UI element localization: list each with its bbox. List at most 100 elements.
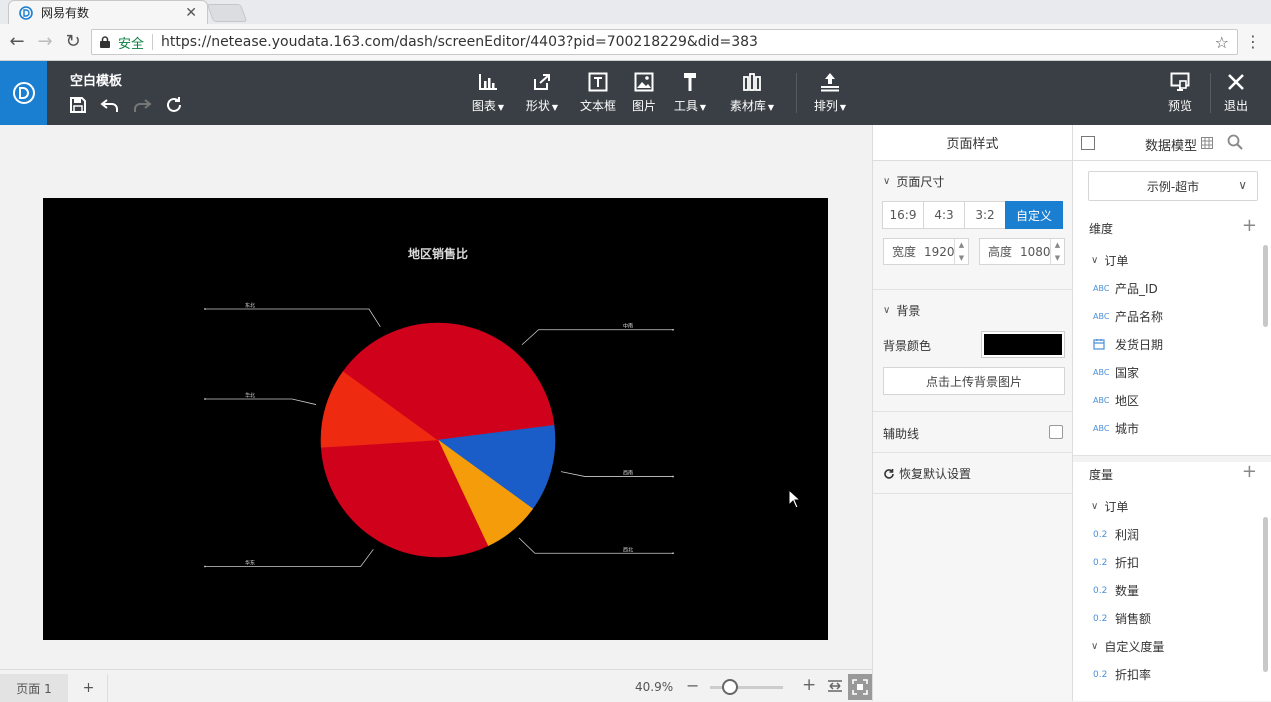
width-stepper-icon[interactable]: ▲ ▼ <box>954 239 968 264</box>
close-icon <box>1220 71 1252 93</box>
add-dimension-icon[interactable]: + <box>1242 215 1257 236</box>
lock-icon <box>98 35 112 49</box>
dimension-field[interactable]: ABC 城市 <box>1093 420 1139 437</box>
measure-field[interactable]: 0.2 数量 <box>1093 582 1139 599</box>
custom-measure-group[interactable]: ∨ 自定义度量 <box>1091 638 1164 655</box>
table-grid-icon[interactable] <box>1201 137 1213 149</box>
youdata-favicon-icon <box>19 5 33 20</box>
data-model-select[interactable]: 示例-超市 ∨ <box>1088 171 1258 201</box>
height-stepper-icon[interactable]: ▲ ▼ <box>1050 239 1064 264</box>
measure-scrollbar[interactable] <box>1263 517 1268 672</box>
browser-menu-icon[interactable]: ⋮ <box>1245 32 1261 51</box>
chevron-down-icon: ▼ <box>839 103 847 112</box>
ratio-3-2-button[interactable]: 3:2 <box>964 201 1006 229</box>
chevron-down-icon: ▼ <box>497 103 505 112</box>
page-size-section[interactable]: ∨ 页面尺寸 <box>873 161 1072 201</box>
leader-line-2 <box>518 537 673 554</box>
zoom-slider-track[interactable] <box>710 686 783 689</box>
bookmark-star-icon[interactable]: ☆ <box>1215 33 1229 52</box>
arrange-icon <box>810 71 850 93</box>
height-field[interactable]: 高度 1080 ▲ ▼ <box>979 238 1065 265</box>
measure-group-order[interactable]: ∨ 订单 <box>1091 498 1128 515</box>
refresh-icon[interactable] <box>164 95 184 115</box>
dimension-field[interactable]: 发货日期 <box>1093 336 1163 353</box>
abc-type-icon: ABC <box>1093 396 1110 405</box>
chart-tool-button[interactable]: 图表 ▼ <box>468 71 508 114</box>
exit-button[interactable]: 退出 <box>1220 71 1252 114</box>
pie-label-0: 中南 <box>623 323 633 330</box>
forward-icon[interactable]: → <box>34 32 56 52</box>
preview-button[interactable]: 预览 <box>1163 71 1197 114</box>
zoom-slider-handle[interactable] <box>722 679 738 695</box>
mouse-cursor-icon <box>788 489 802 509</box>
measure-field[interactable]: 0.2 销售额 <box>1093 610 1151 627</box>
shape-tool-button[interactable]: 形状 ▼ <box>522 71 562 114</box>
pie-slice-0[interactable] <box>437 322 555 441</box>
save-icon[interactable] <box>68 95 88 115</box>
background-section[interactable]: ∨ 背景 <box>873 290 1073 330</box>
secure-label: 安全 <box>118 36 145 52</box>
divider <box>873 493 1073 494</box>
data-model-header: 数据模型 <box>1073 125 1271 161</box>
dimension-field[interactable]: ABC 国家 <box>1093 364 1139 381</box>
upload-background-button[interactable]: 点击上传背景图片 <box>883 367 1065 395</box>
undo-icon[interactable] <box>100 95 120 115</box>
ratio-4-3-button[interactable]: 4:3 <box>923 201 965 229</box>
browser-tab[interactable]: 网易有数 ✕ <box>8 0 208 24</box>
back-icon[interactable]: ← <box>6 32 28 52</box>
image-tool-button[interactable]: 图片 <box>630 71 658 114</box>
browser-tab-title: 网易有数 <box>41 6 90 20</box>
measure-field[interactable]: 0.2 利润 <box>1093 526 1139 543</box>
add-page-button[interactable]: + <box>70 674 108 702</box>
textbox-tool-button[interactable]: 文本框 <box>578 71 618 114</box>
bg-color-picker[interactable] <box>981 331 1065 358</box>
measure-field[interactable]: 0.2 折扣 <box>1093 554 1139 571</box>
dashboard-canvas[interactable]: 地区销售比 中南 西南 西北 华东 华北 东北 <box>43 198 828 640</box>
fit-width-icon[interactable] <box>827 678 843 694</box>
measure-field-label: 销售额 <box>1115 612 1152 626</box>
dimension-scrollbar[interactable] <box>1263 245 1268 327</box>
zoom-in-button[interactable]: + <box>802 675 816 695</box>
width-field[interactable]: 宽度 1920 ▲ ▼ <box>883 238 969 265</box>
collapse-panel-icon[interactable] <box>1081 136 1095 150</box>
zoom-out-button[interactable]: − <box>686 676 699 695</box>
library-tool-button[interactable]: 素材库 ▼ <box>726 71 778 114</box>
chart-tool-label: 图表 <box>471 99 496 113</box>
pie-label-5: 东北 <box>245 302 255 309</box>
pie-chart[interactable]: 地区销售比 中南西南西北华东 华北 东北 <box>43 198 828 640</box>
chevron-down-icon: ∨ <box>883 304 891 316</box>
chevron-down-icon: ∨ <box>883 175 891 187</box>
reload-icon[interactable]: ↻ <box>62 32 84 52</box>
arrange-tool-button[interactable]: 排列 ▼ <box>810 71 850 114</box>
height-value: 1080 <box>1020 244 1051 259</box>
toolbar-separator <box>1210 73 1211 113</box>
measure-field-label: 利润 <box>1115 528 1140 542</box>
youdata-logo-icon[interactable] <box>0 61 47 125</box>
dimension-field[interactable]: ABC 地区 <box>1093 392 1139 409</box>
redo-icon[interactable] <box>132 95 152 115</box>
leader-line-1 <box>560 471 673 477</box>
search-icon[interactable] <box>1227 134 1243 150</box>
image-icon <box>630 71 658 93</box>
guide-line-checkbox[interactable] <box>1049 425 1063 439</box>
fullscreen-icon[interactable] <box>848 674 872 700</box>
reset-default-button[interactable]: 恢复默认设置 <box>883 465 971 482</box>
dimension-field[interactable]: ABC 产品名称 <box>1093 308 1163 325</box>
add-measure-icon[interactable]: + <box>1242 461 1257 482</box>
bottom-bar: 页面 1 + 40.9% − + <box>0 669 872 702</box>
page-tab[interactable]: 页面 1 <box>0 674 68 702</box>
measure-field[interactable]: 0.2 折扣率 <box>1093 666 1151 683</box>
url-input[interactable]: 安全 https://netease.youdata.163.com/dash/… <box>91 29 1238 55</box>
utility-tool-button[interactable]: 工具 ▼ <box>670 71 710 114</box>
new-tab-button[interactable] <box>206 4 248 22</box>
ratio-16-9-button[interactable]: 16:9 <box>882 201 924 229</box>
document-title: 空白模板 <box>70 74 123 89</box>
ratio-custom-button[interactable]: 自定义 <box>1005 201 1063 229</box>
data-model-panel: 数据模型 示例-超市 ∨ 维度 + ∨ 订单 ABC 产品_ID ABC 产品名称 发… <box>1073 125 1271 701</box>
reset-icon <box>884 468 894 479</box>
dimension-group-order[interactable]: ∨ 订单 <box>1091 252 1128 269</box>
tab-close-icon[interactable]: ✕ <box>185 5 197 21</box>
dimension-group-label: 订单 <box>1104 254 1129 268</box>
leader-dot-3 <box>204 565 206 568</box>
dimension-field[interactable]: ABC 产品_ID <box>1093 280 1158 297</box>
